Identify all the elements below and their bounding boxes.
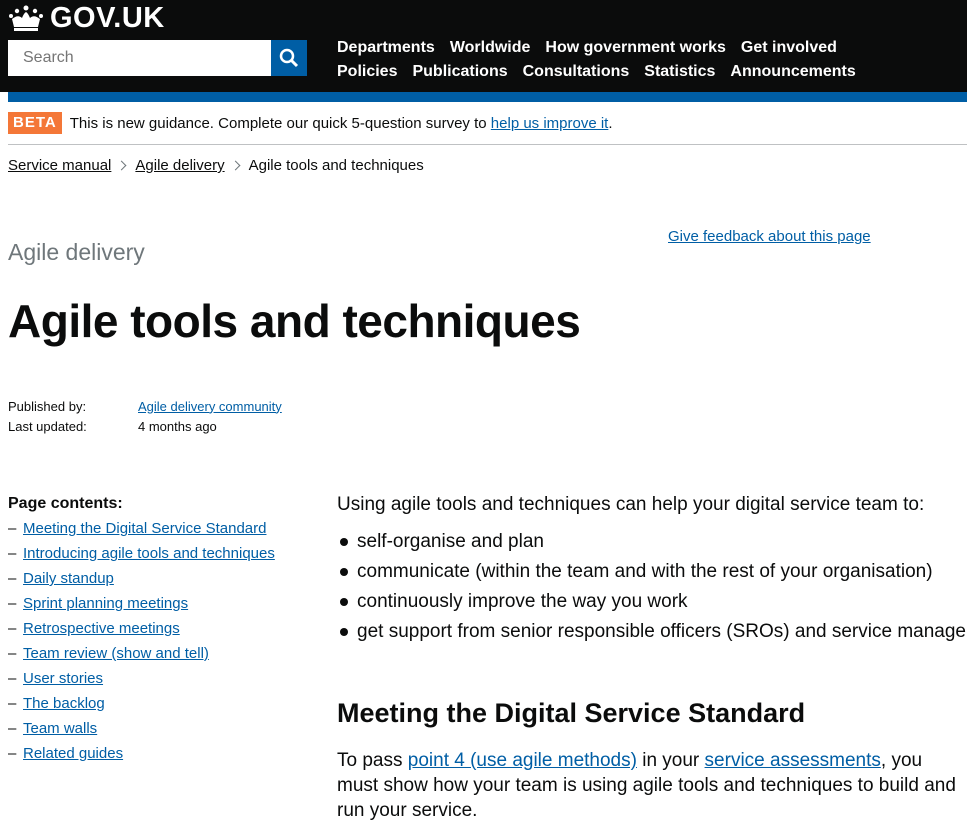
point-4-link[interactable]: point 4 (use agile methods) [408, 750, 637, 771]
nav-get-involved[interactable]: Get involved [741, 36, 837, 60]
list-item: – The backlog [8, 694, 318, 719]
beta-text-end: . [608, 114, 613, 132]
main-content: Using agile tools and techniques can hel… [337, 492, 967, 821]
page-contents: Page contents: – Meeting the Digital Serv… [8, 494, 318, 769]
page-metadata: Published by: Agile delivery community L… [8, 396, 282, 436]
nav-row: Policies Publications Consultations Stat… [337, 60, 957, 84]
updated-label: Last updated: [8, 418, 87, 434]
govuk-logo-link[interactable]: GOV.UK [8, 2, 165, 34]
standard-paragraph: To pass point 4 (use agile methods) in y… [337, 750, 956, 821]
search-form [8, 40, 307, 76]
beta-text: This is new guidance. Complete our quick… [69, 114, 491, 132]
list-item: – Daily standup [8, 569, 318, 594]
survey-link[interactable]: help us improve it [491, 115, 609, 132]
contents-list: – Meeting the Digital Service Standard – I… [8, 519, 318, 769]
breadcrumb-agile-delivery[interactable]: Agile delivery [135, 157, 224, 174]
bullet-icon [340, 538, 348, 546]
published-by-link[interactable]: Agile delivery community [138, 399, 282, 414]
search-button[interactable] [271, 40, 307, 76]
nav-publications[interactable]: Publications [412, 60, 507, 84]
contents-link[interactable]: Meeting the Digital Service Standard [23, 519, 266, 544]
list-item: continuously improve the way you work [337, 589, 967, 619]
divider [8, 144, 967, 145]
contents-link[interactable]: Sprint planning meetings [23, 594, 188, 619]
list-item: – User stories [8, 669, 318, 694]
feedback-link[interactable]: Give feedback about this page [668, 228, 871, 245]
list-item: – Introducing agile tools and techniques [8, 544, 318, 569]
nav-row: Departments Worldwide How government wor… [337, 36, 957, 60]
contents-link[interactable]: Team review (show and tell) [23, 644, 209, 669]
list-item: self-organise and plan [337, 529, 967, 559]
nav-announcements[interactable]: Announcements [730, 60, 855, 84]
metadata-row: Published by: Agile delivery community [8, 396, 282, 416]
list-item: – Sprint planning meetings [8, 594, 318, 619]
breadcrumb: Service manual Agile delivery Agile tool… [8, 157, 424, 174]
contents-link[interactable]: Introducing agile tools and techniques [23, 544, 275, 569]
site-header: GOV.UK Departments Worldwide How governm… [0, 0, 967, 92]
updated-value: 4 months ago [138, 418, 217, 434]
nav-statistics[interactable]: Statistics [644, 60, 715, 84]
search-input[interactable] [8, 40, 271, 76]
nav-how-government-works[interactable]: How government works [545, 36, 725, 60]
header-accent-bar [8, 92, 967, 102]
bullet-icon [340, 598, 348, 606]
nav-worldwide[interactable]: Worldwide [450, 36, 531, 60]
contents-link[interactable]: Daily standup [23, 569, 114, 594]
logo-text: GOV.UK [50, 1, 165, 34]
contents-link[interactable]: Team walls [23, 719, 97, 744]
contents-link[interactable]: Related guides [23, 744, 123, 769]
contents-heading: Page contents: [8, 495, 123, 512]
chevron-right-icon [230, 160, 241, 171]
published-label: Published by: [8, 398, 87, 414]
nav-policies[interactable]: Policies [337, 60, 397, 84]
intro-paragraph: Using agile tools and techniques can hel… [337, 494, 925, 515]
list-item: – Retrospective meetings [8, 619, 318, 644]
breadcrumb-service-manual[interactable]: Service manual [8, 157, 111, 174]
service-assessments-link[interactable]: service assessments [705, 750, 881, 771]
contents-link[interactable]: User stories [23, 669, 103, 694]
main-navigation: Departments Worldwide How government wor… [337, 36, 957, 84]
section-label: Agile delivery [8, 239, 145, 265]
list-item: – Meeting the Digital Service Standard [8, 519, 318, 544]
beta-banner: BETA This is new guidance. Complete our … [8, 112, 613, 134]
bullet-icon [340, 568, 348, 576]
contents-link[interactable]: The backlog [23, 694, 105, 719]
breadcrumb-current: Agile tools and techniques [248, 157, 424, 174]
nav-departments[interactable]: Departments [337, 36, 435, 60]
crown-icon [9, 5, 43, 31]
list-item: – Related guides [8, 744, 318, 769]
section-heading: Meeting the Digital Service Standard [337, 698, 806, 728]
list-item: communicate (within the team and with th… [337, 559, 967, 589]
list-item: get support from senior responsible offi… [337, 619, 967, 649]
search-icon [279, 48, 299, 68]
chevron-right-icon [116, 160, 127, 171]
bullet-list: self-organise and plan communicate (with… [337, 529, 967, 649]
page-title: Agile tools and techniques [8, 295, 581, 347]
list-item: – Team walls [8, 719, 318, 744]
metadata-row: Last updated: 4 months ago [8, 416, 282, 436]
bullet-icon [340, 628, 348, 636]
beta-tag: BETA [8, 112, 62, 134]
nav-consultations[interactable]: Consultations [523, 60, 630, 84]
contents-link[interactable]: Retrospective meetings [23, 619, 180, 644]
list-item: – Team review (show and tell) [8, 644, 318, 669]
